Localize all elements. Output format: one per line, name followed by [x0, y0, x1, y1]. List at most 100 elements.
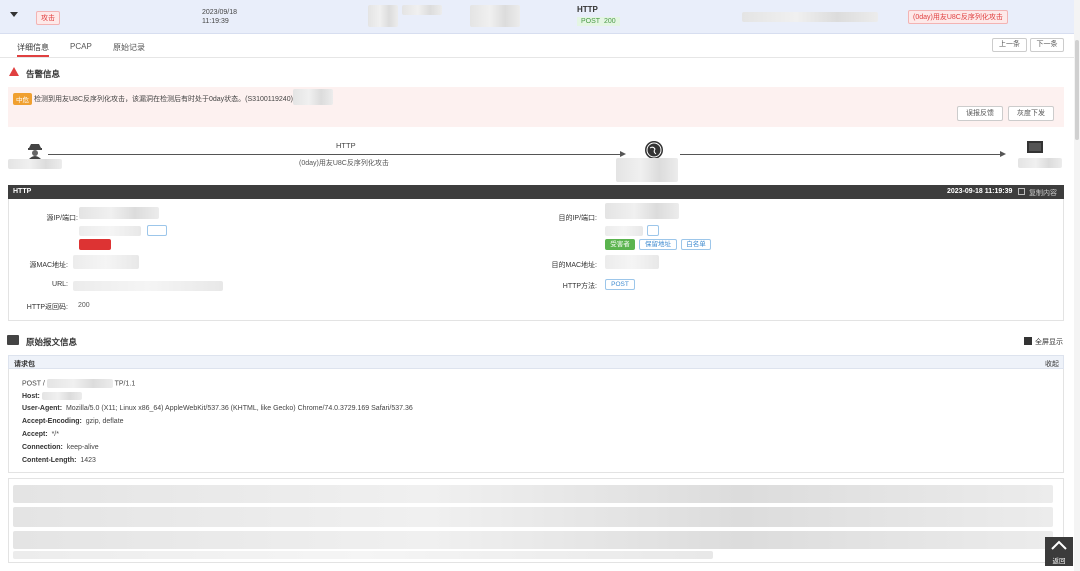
gray-release-button[interactable]: 灰度下发: [1008, 106, 1054, 121]
header-connection: Connection: keep-alive: [22, 444, 99, 451]
redacted-body-line: [13, 485, 1053, 503]
event-clock: 11:19:39: [202, 18, 229, 25]
terminal-icon: [7, 335, 19, 345]
attacker-icon: [26, 141, 44, 159]
alert-message: 检测到用友U8C反序列化攻击，该漏洞在检测后有时处于0day状态。(S31001…: [34, 96, 293, 103]
request-header-bar: 请求包 收起: [8, 355, 1064, 369]
request-body: POST / TP/1.1 Host: User-Agent: Mozilla/…: [8, 369, 1064, 473]
http-status-label: HTTP返回码:: [26, 304, 68, 311]
fullscreen-icon[interactable]: [1024, 337, 1032, 345]
http-method-chip: POST: [605, 279, 635, 290]
protocol-label: HTTP: [577, 5, 598, 14]
copy-content-link[interactable]: 复制内容: [1029, 188, 1057, 198]
header-accept: Accept: */*: [22, 431, 59, 438]
collapse-link[interactable]: 收起: [1045, 359, 1059, 369]
scrollbar-thumb[interactable]: [1075, 40, 1079, 140]
method-tag: POST 200: [577, 17, 620, 26]
header-ae-key: Accept-Encoding:: [22, 418, 82, 425]
header-accept-value: */*: [51, 431, 59, 438]
redacted-dst-ip: [605, 203, 679, 219]
prev-button[interactable]: 上一条: [992, 38, 1027, 52]
src-mac-label: 源MAC地址:: [29, 262, 69, 269]
server-globe-icon: [645, 141, 663, 159]
header-accept-encoding: Accept-Encoding: gzip, deflate: [22, 418, 124, 425]
false-positive-button[interactable]: 误报反馈: [957, 106, 1003, 121]
request-line-end: TP/1.1: [114, 380, 136, 388]
redacted-dst-mac: [605, 255, 659, 269]
redacted-attacker-ip: [8, 159, 62, 169]
next-button[interactable]: 下一条: [1030, 38, 1064, 52]
collapse-caret-icon[interactable]: [10, 12, 18, 17]
http-status-value: 200: [78, 302, 90, 309]
redacted-host-value: [41, 392, 82, 400]
redacted-ip: [402, 5, 442, 15]
flow-line-left: [48, 154, 622, 155]
alert-box: 中危 检测到用友U8C反序列化攻击，该漏洞在检测后有时处于0day状态。(S31…: [8, 87, 1064, 127]
flow-protocol: HTTP: [336, 141, 356, 150]
detail-tabs: 详细信息 PCAP 原始记录 上一条 下一条: [0, 36, 1080, 58]
redacted-server-ip: [616, 158, 678, 182]
reserved-address-chip[interactable]: 保留地址: [639, 239, 677, 250]
http-panel-header: HTTP 2023-09-18 11:19:39 复制内容: [8, 185, 1064, 199]
flow-arrow-icon: [620, 151, 626, 157]
severity-badge: 中危: [13, 93, 32, 105]
header-cl-value: 1423: [80, 457, 96, 464]
http-method-label: HTTP方法:: [562, 283, 597, 290]
header-ae-value: gzip, deflate: [85, 418, 124, 425]
header-conn-value: keep-alive: [66, 444, 99, 451]
attacker-chip[interactable]: [79, 239, 111, 250]
header-content-length: Content-Length: 1423: [22, 457, 96, 464]
header-conn-key: Connection:: [22, 444, 63, 451]
redacted-src-port: [79, 226, 141, 236]
request-line: POST / TP/1.1: [22, 379, 135, 388]
warning-icon: [9, 67, 19, 76]
dst-ip-query-chip[interactable]: [647, 225, 659, 236]
redacted-body-line: [13, 531, 1053, 549]
event-time: 2023/09/18 11:19:39: [202, 8, 237, 26]
redacted-body-line: [13, 507, 1053, 527]
response-body-redacted: [8, 478, 1064, 563]
raw-section-title: 原始报文信息: [26, 337, 78, 347]
redacted-body-line: [13, 551, 713, 559]
header-user-agent: User-Agent: Mozilla/5.0 (X11; Linux x86_…: [22, 405, 413, 412]
header-ua-key: User-Agent:: [22, 405, 63, 412]
threat-tag: (0day)用友U8C反序列化攻击: [908, 10, 1008, 24]
redacted-url: [73, 281, 223, 291]
header-ua-value: Mozilla/5.0 (X11; Linux x86_64) AppleWeb…: [65, 405, 413, 412]
back-to-top-button[interactable]: 返回: [1045, 537, 1073, 566]
dst-mac-label: 目的MAC地址:: [551, 262, 598, 269]
http-panel-title: HTTP: [13, 188, 32, 195]
redacted-id: [293, 89, 333, 105]
tab-detail[interactable]: 详细信息: [17, 42, 49, 53]
src-ip-label: 源IP/端口:: [46, 215, 78, 222]
header-cl-key: Content-Length:: [22, 457, 77, 464]
attack-tag: 攻击: [36, 11, 60, 25]
redacted-path: [46, 379, 113, 388]
redacted-ip: [470, 5, 520, 27]
copy-icon[interactable]: [1018, 188, 1025, 195]
chevron-up-icon: [1051, 540, 1067, 550]
tab-raw[interactable]: 原始记录: [113, 42, 145, 53]
request-label: 请求包: [14, 361, 35, 368]
whitelist-chip[interactable]: 白名单: [681, 239, 711, 250]
request-line-start: POST /: [22, 380, 45, 388]
tab-pcap[interactable]: PCAP: [70, 42, 92, 51]
active-tab-underline: [17, 55, 49, 57]
event-summary-row[interactable]: 攻击 2023/09/18 11:19:39 HTTP POST 200 (0d…: [0, 0, 1080, 34]
http-detail-panel: 源IP/端口: 目的IP/端口: 受害者 保留地址 白名单 源MAC地址: 目的…: [8, 199, 1064, 321]
url-label: URL:: [52, 281, 68, 288]
redacted-ip: [368, 5, 398, 27]
src-ip-query-chip[interactable]: [147, 225, 167, 236]
fullscreen-link[interactable]: 全屏显示: [1035, 337, 1063, 347]
header-host-key: Host:: [22, 392, 40, 400]
event-date: 2023/09/18: [202, 9, 238, 16]
flow-attack-name: (0day)用友U8C反序列化攻击: [299, 160, 389, 167]
http-timestamp: 2023-09-18 11:19:39: [947, 188, 1013, 195]
redacted-dst-port: [605, 226, 643, 236]
victim-chip[interactable]: 受害者: [605, 239, 635, 250]
monitor-icon: [1027, 141, 1043, 153]
flow-arrow-right-icon: [1000, 151, 1006, 157]
redacted-host: [742, 12, 878, 22]
back-to-top-label: 返回: [1052, 558, 1066, 565]
status-text: 200: [603, 18, 616, 25]
